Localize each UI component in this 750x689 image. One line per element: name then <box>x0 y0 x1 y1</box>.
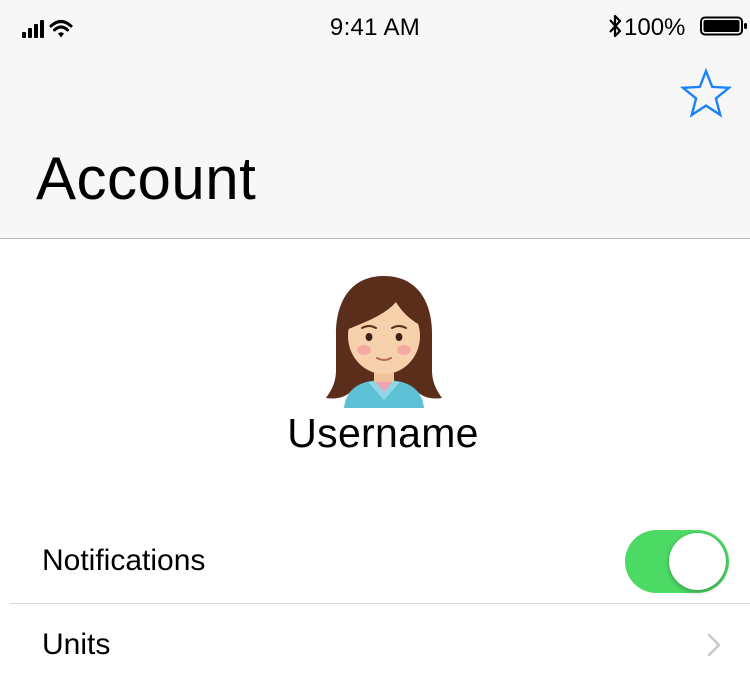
star-outline-icon <box>680 68 732 118</box>
notifications-row: Notifications <box>0 520 750 604</box>
chevron-right-icon <box>707 633 721 657</box>
battery-icon <box>700 16 747 36</box>
toggle-knob <box>669 533 726 590</box>
status-bar: 9:41 AM 100% <box>0 0 750 58</box>
username: Username <box>287 410 479 456</box>
notifications-label: Notifications <box>42 544 206 577</box>
page-title: Account <box>36 145 257 212</box>
units-row[interactable]: Units <box>0 604 750 688</box>
battery-percentage: 100% <box>624 14 686 41</box>
favorite-star-button[interactable] <box>680 68 732 118</box>
units-label: Units <box>42 628 111 661</box>
user-avatar[interactable] <box>322 274 446 408</box>
bluetooth-icon <box>609 14 622 38</box>
navigation-header: 9:41 AM 100% Account <box>0 0 750 239</box>
notifications-toggle[interactable] <box>625 530 729 593</box>
